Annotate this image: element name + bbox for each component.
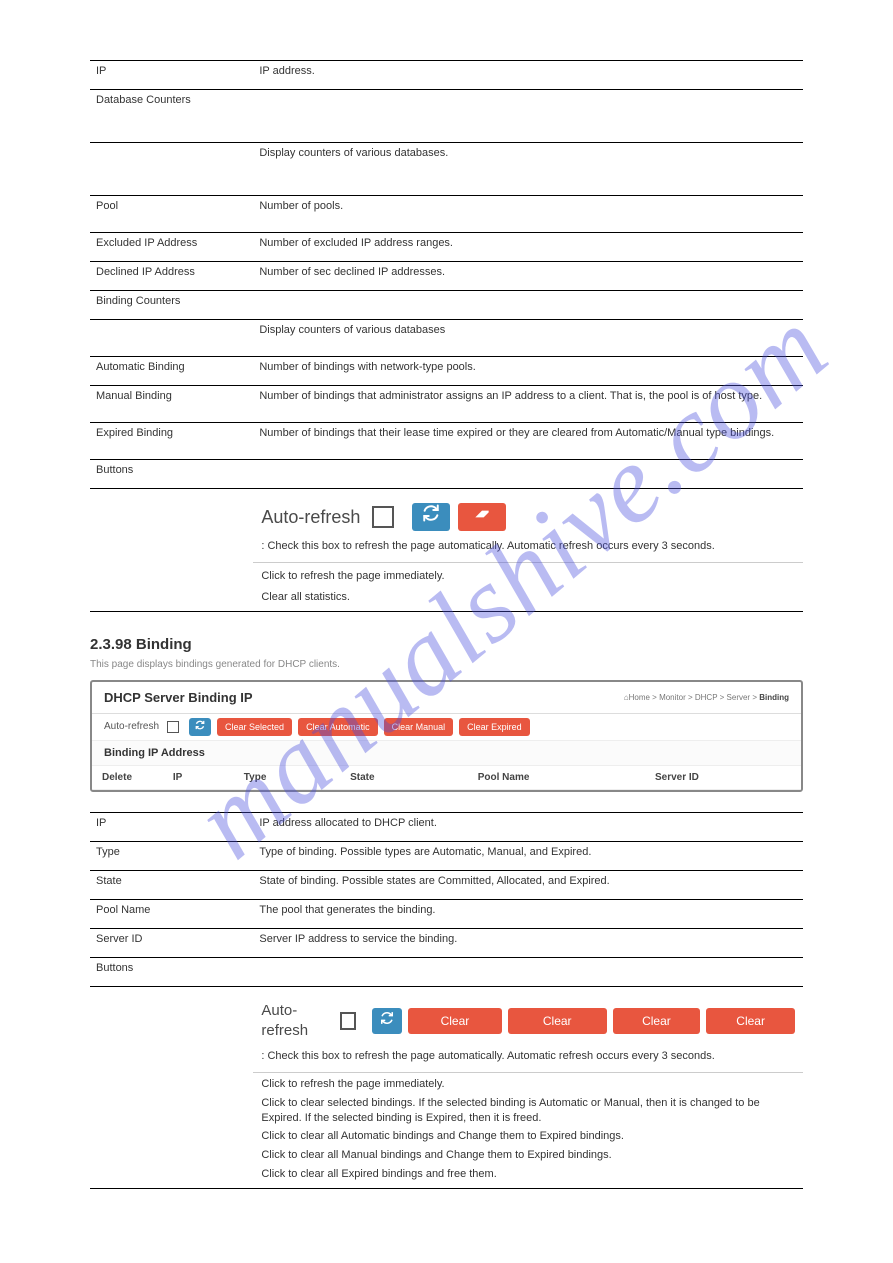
bindcounters-head: Binding Counters xyxy=(90,291,803,320)
row-serverid-label: Server ID xyxy=(90,928,253,957)
row-expired-label: Expired Binding xyxy=(90,423,253,460)
binding-table: Delete IP Type State Pool Name Server ID xyxy=(92,766,801,790)
panel-autorefresh-label: Auto-refresh xyxy=(104,721,159,732)
row-state-desc: State of binding. Possible states are Co… xyxy=(253,870,803,899)
row-serverid-desc: Server IP address to service the binding… xyxy=(253,928,803,957)
row-state-label: State xyxy=(90,870,253,899)
col-poolname: Pool Name xyxy=(468,766,645,790)
autorefresh-label: Auto-refresh xyxy=(261,505,360,529)
dbcounters-desc: Display counters of various databases. xyxy=(253,143,803,196)
autorefresh-desc: : Check this box to refresh the page aut… xyxy=(261,540,714,552)
row-ip-desc: IP address. xyxy=(253,61,803,90)
row-manual-desc: Number of bindings that administrator as… xyxy=(253,386,803,423)
col-state: State xyxy=(340,766,468,790)
row-decl-label: Declined IP Address xyxy=(90,262,253,291)
panel-subhead: Binding IP Address xyxy=(92,741,801,766)
row-type-label: Type xyxy=(90,841,253,870)
clear-selected-button[interactable]: Clear Selected xyxy=(408,1008,502,1034)
row-excl-desc: Number of excluded IP address ranges. xyxy=(253,233,803,262)
panel-clear-automatic-button[interactable]: Clear Automatic xyxy=(298,718,378,736)
clear-expired-button[interactable]: Clear Expired xyxy=(706,1008,795,1034)
toolbar-autorefresh-2: Auto-refresh Clear Selected Clear Automa… xyxy=(261,993,795,1050)
panel-refresh-button[interactable] xyxy=(189,718,211,736)
col-type: Type xyxy=(234,766,340,790)
autorefresh-desc: : Check this box to refresh the page aut… xyxy=(261,1050,714,1062)
row-ip-label: IP xyxy=(90,812,253,841)
autorefresh-checkbox[interactable] xyxy=(340,1012,356,1030)
row-auto-label: Automatic Binding xyxy=(90,357,253,386)
row-decl-desc: Number of sec declined IP addresses. xyxy=(253,262,803,291)
refresh-icon xyxy=(195,718,205,737)
col-ip: IP xyxy=(163,766,234,790)
row-excl-label: Excluded IP Address xyxy=(90,233,253,262)
bindcounters-desc: Display counters of various databases xyxy=(253,320,803,357)
panel-clear-expired-button[interactable]: Clear Expired xyxy=(459,718,530,736)
panel-title: DHCP Server Binding IP xyxy=(104,690,253,705)
autorefresh-label: Auto-refresh xyxy=(261,1001,330,1042)
stats-table: IPIP address. Database Counters Display … xyxy=(90,60,803,612)
row-expired-desc: Number of bindings that their lease time… xyxy=(253,423,803,460)
dbcounters-blank xyxy=(90,143,253,196)
buttons-head: Buttons xyxy=(90,460,803,489)
autorefresh-checkbox[interactable] xyxy=(372,506,394,528)
row-ip-desc: IP address allocated to DHCP client. xyxy=(253,812,803,841)
clear-expired-desc: Click to clear all Expired bindings and … xyxy=(253,1167,803,1188)
refresh-icon xyxy=(380,1008,394,1034)
bindcounters-blank xyxy=(90,320,253,357)
toolbar-autorefresh: Auto-refresh xyxy=(261,495,795,539)
erase-desc: Clear all statistics. xyxy=(253,590,803,611)
row-pool-label: Pool xyxy=(90,196,253,233)
section-title: 2.3.98 Binding xyxy=(90,636,803,653)
panel-autorefresh-checkbox[interactable] xyxy=(167,721,179,733)
eraser-icon xyxy=(472,504,492,532)
refresh-button[interactable] xyxy=(372,1008,402,1034)
panel-clear-manual-button[interactable]: Clear Manual xyxy=(384,718,454,736)
clear-automatic-button[interactable]: Clear Automatic xyxy=(508,1008,607,1034)
refresh-desc: Click to refresh the page immediately. xyxy=(253,1073,803,1096)
refresh-icon xyxy=(422,504,440,532)
field-table: IPIP address allocated to DHCP client. T… xyxy=(90,812,803,1189)
row-type-desc: Type of binding. Possible types are Auto… xyxy=(253,841,803,870)
breadcrumb: ⌂Home > Monitor > DHCP > Server > Bindin… xyxy=(624,693,789,702)
clear-automatic-desc: Click to clear all Automatic bindings an… xyxy=(253,1129,803,1148)
col-delete: Delete xyxy=(92,766,163,790)
buttons-blank xyxy=(90,489,253,612)
row-auto-desc: Number of bindings with network-type poo… xyxy=(253,357,803,386)
refresh-button[interactable] xyxy=(412,503,450,531)
row-manual-label: Manual Binding xyxy=(90,386,253,423)
dbcounters-head: Database Counters xyxy=(90,90,803,143)
clear-selected-desc: Click to clear selected bindings. If the… xyxy=(253,1096,803,1130)
row-pool-desc: The pool that generates the binding. xyxy=(253,899,803,928)
clear-manual-button[interactable]: Clear Manual xyxy=(613,1008,701,1034)
clear-manual-desc: Click to clear all Manual bindings and C… xyxy=(253,1148,803,1167)
row-pool-desc: Number of pools. xyxy=(253,196,803,233)
erase-button[interactable] xyxy=(458,503,506,531)
refresh-desc: Click to refresh the page immediately. xyxy=(253,563,803,590)
binding-panel: DHCP Server Binding IP ⌂Home > Monitor >… xyxy=(90,680,803,792)
row-ip-label: IP xyxy=(90,61,253,90)
section-desc: This page displays bindings generated fo… xyxy=(90,659,803,670)
panel-clear-selected-button[interactable]: Clear Selected xyxy=(217,718,292,736)
row-pool-label: Pool Name xyxy=(90,899,253,928)
buttons-head: Buttons xyxy=(90,957,803,986)
col-serverid: Server ID xyxy=(645,766,801,790)
buttons-blank xyxy=(90,986,253,1188)
